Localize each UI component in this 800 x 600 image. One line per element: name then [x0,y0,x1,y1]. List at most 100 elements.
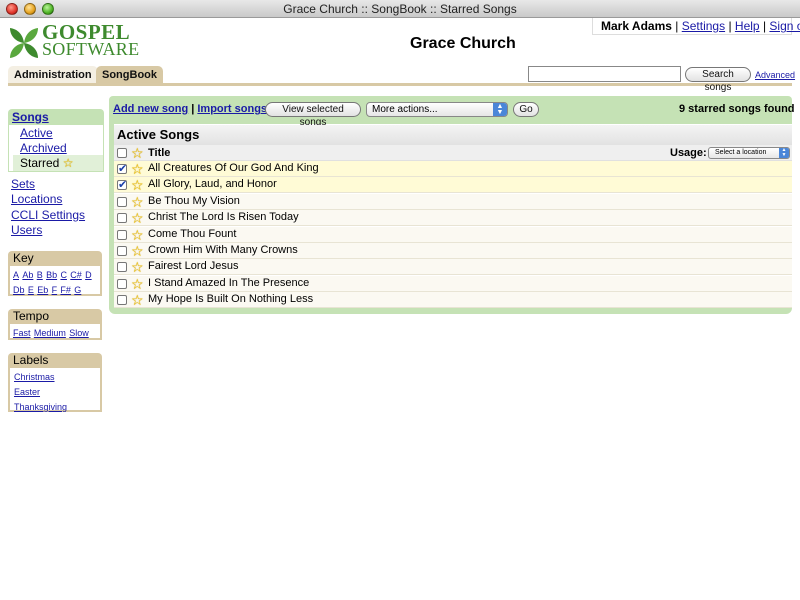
leaf-logo-icon [10,28,38,58]
sidebar-item-archived[interactable]: Archived [20,141,67,155]
more-actions-select[interactable]: More actions... ▲ ▼ [366,102,508,117]
table-row[interactable]: ☆ I Stand Amazed In The Presence [114,275,792,292]
table-row[interactable]: ☆ Be Thou My Vision [114,193,792,210]
tempo-link-slow[interactable]: Slow [69,328,89,338]
minimize-window-icon[interactable] [24,3,36,15]
tempo-link-medium[interactable]: Medium [34,328,66,338]
help-link[interactable]: Help [735,19,760,33]
table-row[interactable]: ☆ Crown Him With Many Crowns [114,243,792,259]
go-button[interactable]: Go [513,102,539,117]
import-songs-link[interactable]: Import songs [197,103,267,115]
zoom-window-icon[interactable] [42,3,54,15]
star-icon[interactable]: ☆ [131,228,145,242]
select-all-checkbox[interactable] [117,148,127,158]
key-link-f-sharp[interactable]: F# [60,285,71,295]
sidebar-item-songs[interactable]: Songs [8,109,104,125]
table-row[interactable]: ☆All Creatures Of Our God And King [114,161,792,177]
tab-divider [8,83,792,86]
tab-songbook[interactable]: SongBook [96,66,163,84]
tempo-box-title: Tempo [8,309,102,324]
song-title[interactable]: All Glory, Laud, and Honor [148,178,277,190]
sidebar-item-locations[interactable]: Locations [11,192,62,206]
row-checkbox[interactable] [117,295,127,306]
section-title: Active Songs [114,125,792,145]
star-icon[interactable]: ☆ [131,211,145,225]
key-link-ab[interactable]: Ab [22,270,33,280]
label-link-easter[interactable]: Easter [14,387,40,397]
star-icon[interactable]: ☆ [131,260,145,274]
row-checkbox[interactable] [117,229,127,240]
key-link-a[interactable]: A [13,270,19,280]
row-checkbox[interactable] [117,278,127,289]
sign-out-link[interactable]: Sign out [769,19,800,33]
key-link-f[interactable]: F [52,285,58,295]
song-title[interactable]: Fairest Lord Jesus [148,260,238,272]
search-input[interactable] [528,66,681,82]
search-songs-button[interactable]: Search songs [685,67,751,93]
key-link-bb[interactable]: Bb [46,270,57,280]
key-box: A Ab B Bb C C# D Db E Eb F F# G [8,266,102,296]
labels-box: Christmas Easter Thanksgiving [8,368,102,412]
key-link-b[interactable]: B [37,270,43,280]
star-icon[interactable]: ☆ [131,195,145,209]
row-checkbox[interactable] [117,196,127,207]
star-icon[interactable]: ☆ [131,146,145,160]
table-row[interactable]: ☆All Glory, Laud, and Honor [114,177,792,194]
gospel-software-logo[interactable]: GOSPEL SOFTWARE [8,22,139,64]
add-new-song-link[interactable]: Add new song [113,103,188,115]
star-icon[interactable]: ☆ [131,162,145,176]
star-icon[interactable]: ☆ [131,293,145,307]
row-checkbox[interactable] [117,162,127,175]
label-link-thanksgiving[interactable]: Thanksgiving [14,402,67,412]
row-checkbox[interactable] [117,262,127,273]
row-checkbox[interactable] [117,213,127,224]
table-row[interactable]: ☆ Fairest Lord Jesus [114,259,792,276]
song-title[interactable]: I Stand Amazed In The Presence [148,277,309,289]
key-link-e[interactable]: E [28,285,34,295]
user-bar: Mark Adams | Settings | Help | Sign out [592,18,800,35]
advanced-search-link[interactable]: Advanced [755,70,795,80]
key-link-db[interactable]: Db [13,285,25,295]
key-link-c-sharp[interactable]: C# [70,270,82,280]
song-title[interactable]: Christ The Lord Is Risen Today [148,211,299,223]
sidebar-item-ccli-settings[interactable]: CCLI Settings [11,208,85,222]
table-row[interactable]: ☆ My Hope Is Built On Nothing Less [114,292,792,309]
star-icon[interactable]: ☆ [131,277,145,291]
location-select[interactable]: Select a location ▲ ▼ [708,147,790,159]
key-link-eb[interactable]: Eb [37,285,48,295]
song-title[interactable]: My Hope Is Built On Nothing Less [148,293,313,305]
close-window-icon[interactable] [6,3,18,15]
view-selected-songs-button[interactable]: View selected songs [265,102,361,128]
table-row[interactable]: ☆ Christ The Lord Is Risen Today [114,210,792,227]
label-link-christmas[interactable]: Christmas [14,372,55,382]
song-title[interactable]: Come Thou Fount [148,228,236,240]
window-title: Grace Church :: SongBook :: Starred Song… [283,2,517,16]
sidebar-item-users[interactable]: Users [11,223,42,237]
key-row-1: A Ab B Bb C C# D [13,267,97,281]
star-icon[interactable]: ☆ [131,244,145,258]
select-arrows-icon: ▲ ▼ [779,148,789,158]
sidebar-item-active[interactable]: Active [20,126,53,140]
song-title[interactable]: Be Thou My Vision [148,195,240,207]
song-title[interactable]: All Creatures Of Our God And King [148,162,319,174]
key-link-c[interactable]: C [60,270,67,280]
row-checkbox[interactable] [117,178,127,191]
sidebar-item-starred[interactable]: Starred ☆ [13,155,103,171]
song-title[interactable]: Crown Him With Many Crowns [148,244,298,256]
separator: | [191,103,195,115]
settings-link[interactable]: Settings [682,19,725,33]
star-icon[interactable]: ☆ [131,178,145,192]
table-row[interactable]: ☆ Come Thou Fount [114,226,792,243]
tempo-link-fast[interactable]: Fast [13,328,31,338]
key-link-d[interactable]: D [85,270,92,280]
usage-label: Usage: [670,147,707,159]
key-link-g[interactable]: G [74,285,81,295]
row-checkbox[interactable] [117,246,127,256]
logo-wordmark: GOSPEL SOFTWARE [42,22,139,59]
key-box-title: Key [8,251,102,266]
separator: | [675,19,679,33]
column-title: Title [148,147,171,159]
sidebar-item-sets[interactable]: Sets [11,177,35,191]
location-select-value: Select a location [715,149,767,156]
tab-administration[interactable]: Administration [8,66,98,84]
